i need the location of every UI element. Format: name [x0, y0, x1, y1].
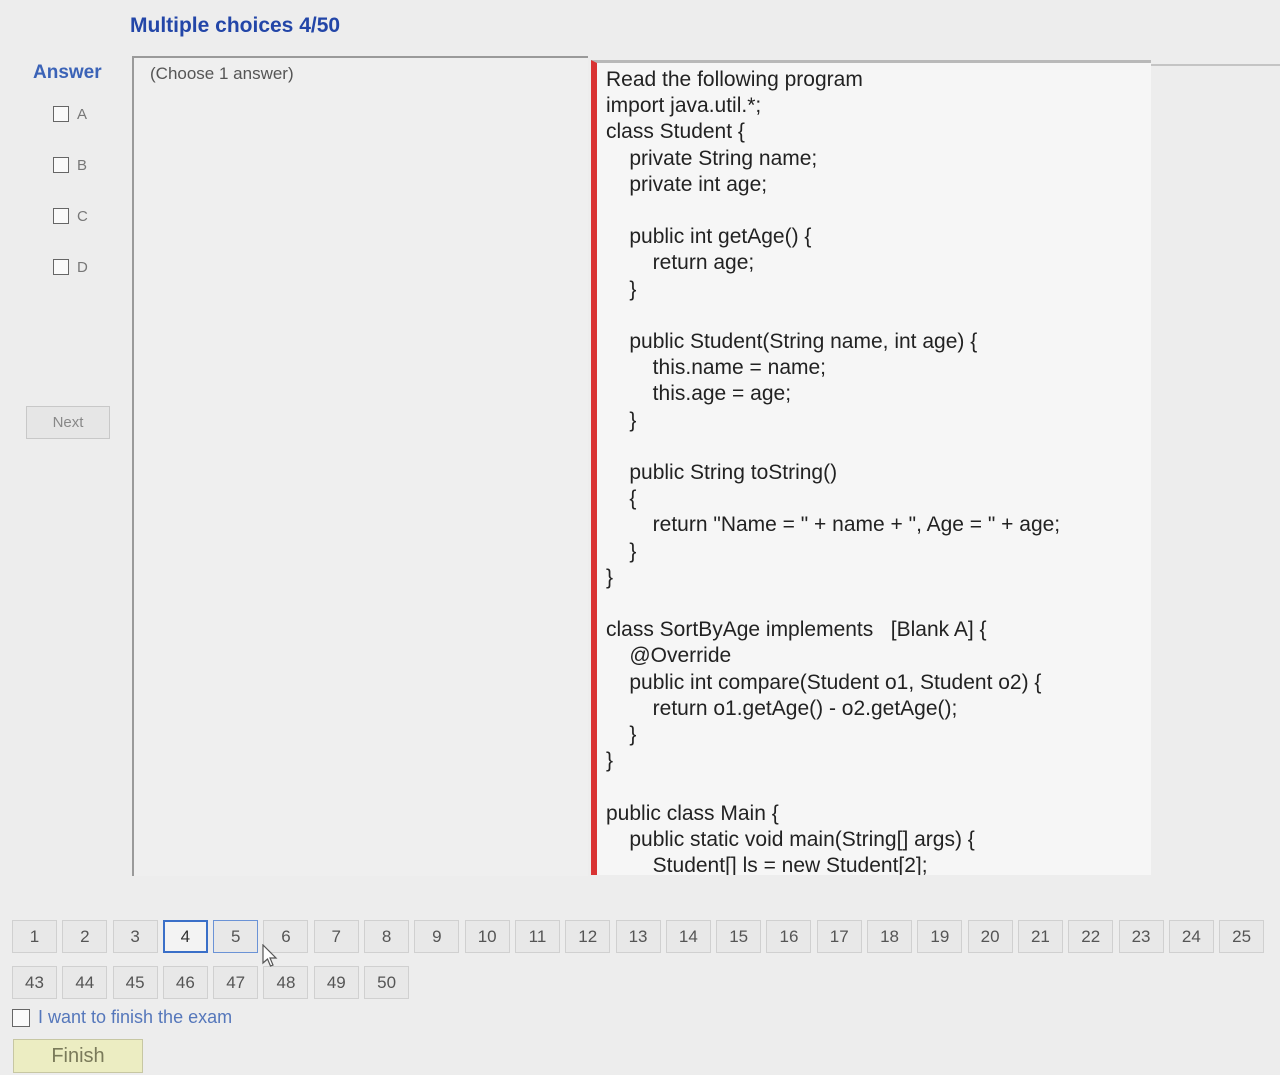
option-c[interactable]: C [53, 206, 88, 226]
finish-button[interactable]: Finish [13, 1039, 143, 1073]
page-button-46[interactable]: 46 [162, 966, 208, 999]
next-button[interactable]: Next [26, 406, 110, 439]
checkbox-icon[interactable] [12, 1008, 30, 1027]
page-button-23[interactable]: 23 [1118, 920, 1164, 953]
page-button-21[interactable]: 21 [1017, 920, 1063, 953]
page-button-10[interactable]: 10 [464, 920, 510, 953]
page-button-45[interactable]: 45 [112, 966, 158, 999]
checkbox-icon[interactable] [53, 259, 69, 275]
page-button-16[interactable]: 16 [766, 920, 812, 953]
page-button-22[interactable]: 22 [1068, 920, 1114, 953]
page-button-15[interactable]: 15 [716, 920, 762, 953]
option-b[interactable]: B [53, 155, 88, 175]
page-title: Multiple choices 4/50 [130, 14, 341, 37]
page-button-14[interactable]: 14 [665, 920, 711, 953]
page-button-50[interactable]: 50 [364, 966, 410, 999]
pagination-row-2: 43 44 45 46 47 48 49 50 [12, 966, 414, 999]
page-button-4[interactable]: 4 [162, 920, 208, 953]
answer-hint: (Choose 1 answer) [150, 64, 294, 83]
page-button-49[interactable]: 49 [313, 966, 359, 999]
finish-checkbox-label: I want to finish the exam [38, 1007, 233, 1027]
page-button-47[interactable]: 47 [213, 966, 259, 999]
page-button-20[interactable]: 20 [967, 920, 1013, 953]
answer-panel: (Choose 1 answer) [132, 56, 588, 876]
page-button-7[interactable]: 7 [313, 920, 359, 953]
page-button-12[interactable]: 12 [565, 920, 611, 953]
page-button-5[interactable]: 5 [213, 920, 259, 953]
page-button-1[interactable]: 1 [12, 920, 57, 953]
option-label: C [77, 207, 88, 225]
question-code: Read the following program import java.u… [606, 68, 1061, 875]
answer-options: A B C D [53, 104, 88, 308]
option-a[interactable]: A [53, 104, 88, 124]
option-label: B [77, 156, 88, 174]
page-button-9[interactable]: 9 [414, 920, 460, 953]
question-panel[interactable]: Read the following program import java.u… [591, 60, 1151, 875]
page-button-8[interactable]: 8 [364, 920, 410, 953]
page-button-43[interactable]: 43 [12, 966, 57, 999]
finish-exam-checkbox[interactable]: I want to finish the exam [12, 1007, 232, 1028]
pagination-row-1: 1 2 3 4 5 6 7 8 9 10 11 12 13 14 15 16 17 18 19 20 21 22 23 24 2… [12, 920, 1269, 953]
page-button-17[interactable]: 17 [816, 920, 862, 953]
checkbox-icon[interactable] [53, 157, 69, 173]
answer-label: Answer [33, 62, 102, 83]
page-button-18[interactable]: 18 [867, 920, 913, 953]
page-button-24[interactable]: 24 [1168, 920, 1214, 953]
page-button-13[interactable]: 13 [615, 920, 661, 953]
checkbox-icon[interactable] [53, 208, 69, 224]
panel-divider [1151, 64, 1280, 66]
page-button-19[interactable]: 19 [917, 920, 963, 953]
option-d[interactable]: D [53, 257, 88, 277]
option-label: A [77, 105, 88, 123]
page-button-44[interactable]: 44 [62, 966, 108, 999]
page-button-2[interactable]: 2 [62, 920, 108, 953]
page-button-48[interactable]: 48 [263, 966, 309, 999]
page-button-3[interactable]: 3 [112, 920, 158, 953]
mouse-cursor-icon [262, 944, 278, 967]
page-button-25[interactable]: 25 [1219, 920, 1265, 953]
page-button-11[interactable]: 11 [514, 920, 560, 953]
option-label: D [77, 258, 88, 276]
checkbox-icon[interactable] [53, 106, 69, 122]
